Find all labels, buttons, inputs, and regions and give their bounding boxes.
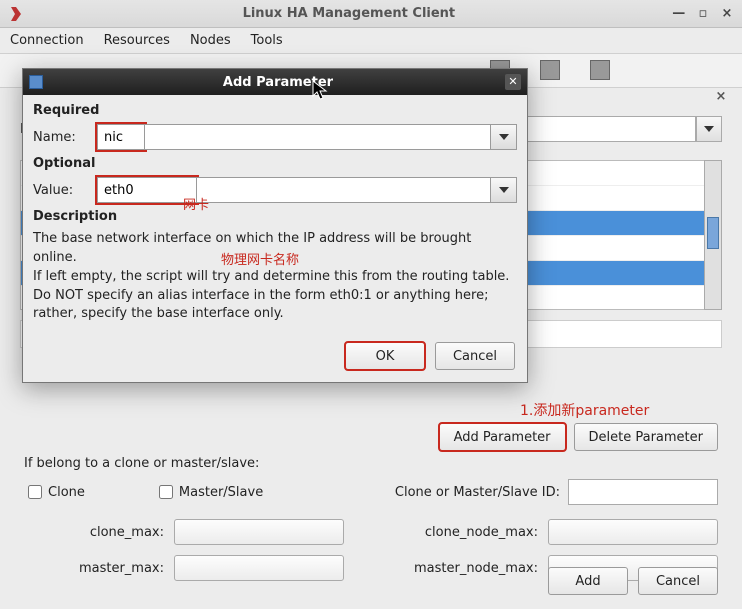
master-slave-checkbox-input[interactable] <box>159 485 173 499</box>
clone-node-max-input[interactable] <box>548 519 718 545</box>
value-dropdown-button[interactable] <box>491 177 517 203</box>
window-restore-button[interactable]: ▫ <box>696 6 710 21</box>
dialog-titlebar: Add Parameter ✕ <box>23 69 527 95</box>
menu-resources[interactable]: Resources <box>104 33 170 48</box>
dialog-title: Add Parameter <box>51 75 505 90</box>
menu-connection[interactable]: Connection <box>10 33 84 48</box>
add-button[interactable]: Add <box>548 567 628 595</box>
master-slave-checkbox[interactable]: Master/Slave <box>155 482 263 502</box>
chevron-down-icon <box>704 126 714 132</box>
toolbar-icon[interactable] <box>540 60 560 80</box>
delete-parameter-button[interactable]: Delete Parameter <box>574 423 718 451</box>
description-text: The base network interface on which the … <box>33 230 517 324</box>
background-select-arrow[interactable] <box>696 116 722 142</box>
clone-checkbox-input[interactable] <box>28 485 42 499</box>
add-parameter-button[interactable]: Add Parameter <box>439 423 566 451</box>
window-titlebar: Linux HA Management Client — ▫ × <box>0 0 742 28</box>
scrollbar-thumb[interactable] <box>707 217 719 249</box>
name-input[interactable] <box>97 124 145 150</box>
clone-checkbox[interactable]: Clone <box>24 482 85 502</box>
master-max-input[interactable] <box>174 555 344 581</box>
window-title: Linux HA Management Client <box>32 6 666 21</box>
dialog-cancel-button[interactable]: Cancel <box>435 342 515 370</box>
master-max-label: master_max: <box>24 561 174 576</box>
app-icon <box>8 6 24 22</box>
name-dropdown-button[interactable] <box>491 124 517 150</box>
clone-heading: If belong to a clone or master/slave: <box>24 456 718 471</box>
value-label: Value: <box>33 183 97 198</box>
value-input[interactable] <box>97 177 197 203</box>
cms-id-field[interactable] <box>568 479 718 505</box>
menubar: Connection Resources Nodes Tools <box>0 28 742 54</box>
optional-heading: Optional <box>33 156 517 171</box>
master-node-max-label: master_node_max: <box>398 561 548 576</box>
panel-close-button[interactable]: × <box>712 88 730 106</box>
menu-tools[interactable]: Tools <box>251 33 283 48</box>
required-heading: Required <box>33 103 517 118</box>
toolbar-icon[interactable] <box>590 60 610 80</box>
clone-section: If belong to a clone or master/slave: Cl… <box>24 456 718 581</box>
clone-checkbox-label: Clone <box>48 485 85 500</box>
dialog-icon <box>29 75 43 89</box>
window-close-button[interactable]: × <box>720 6 734 21</box>
clone-node-max-label: clone_node_max: <box>398 525 548 540</box>
cms-id-label: Clone or Master/Slave ID: <box>395 485 560 500</box>
menu-nodes[interactable]: Nodes <box>190 33 231 48</box>
master-slave-checkbox-label: Master/Slave <box>179 485 263 500</box>
cancel-button[interactable]: Cancel <box>638 567 718 595</box>
clone-max-input[interactable] <box>174 519 344 545</box>
name-label: Name: <box>33 130 97 145</box>
dialog-ok-button[interactable]: OK <box>345 342 425 370</box>
window-minimize-button[interactable]: — <box>672 6 686 21</box>
annotation-name: 网卡 <box>183 194 209 213</box>
annotation-add-param: 1.添加新parameter <box>520 400 649 420</box>
value-input-rest[interactable] <box>197 177 491 203</box>
name-input-rest[interactable] <box>145 124 491 150</box>
add-parameter-dialog: Add Parameter ✕ Required Name: Optional … <box>22 68 528 383</box>
description-heading: Description <box>33 209 517 224</box>
annotation-value: 物理网卡名称 <box>221 249 299 268</box>
chevron-down-icon <box>499 187 509 193</box>
dialog-close-button[interactable]: ✕ <box>505 74 521 90</box>
clone-max-label: clone_max: <box>24 525 174 540</box>
chevron-down-icon <box>499 134 509 140</box>
scrollbar[interactable] <box>704 160 722 310</box>
